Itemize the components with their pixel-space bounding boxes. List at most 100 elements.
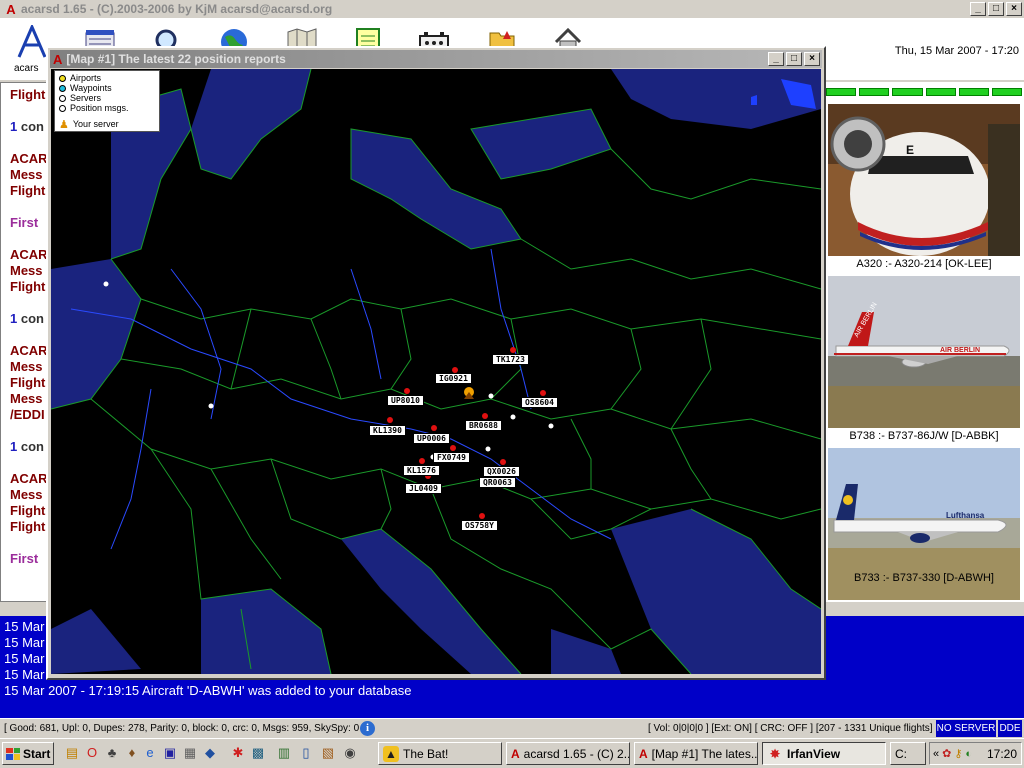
- flight-label[interactable]: BR0688: [465, 420, 502, 431]
- bat-icon: ▲: [383, 745, 399, 762]
- quicklaunch-gift-icon[interactable]: ▩: [250, 745, 266, 761]
- aircraft-caption-3: B733 :- B737-330 [D-ABWH]: [853, 572, 994, 584]
- acarsd-map-icon[interactable]: A: [53, 52, 62, 67]
- server-marker: [488, 393, 494, 399]
- count-text: con: [17, 439, 44, 454]
- message-line: ACAR: [10, 343, 48, 358]
- position-marker: [510, 347, 516, 353]
- close-button[interactable]: ×: [1006, 2, 1022, 16]
- quicklaunch-disk-icon[interactable]: ◉: [342, 745, 358, 761]
- system-tray: « ✿ ⚷ ◐ 17:20: [929, 742, 1022, 765]
- quicklaunch-tool-icon[interactable]: ♦: [124, 745, 140, 761]
- aircraft-caption-2: B738 :- B737-86J/W [D-ABBK]: [849, 430, 999, 442]
- task-irfanview[interactable]: ✸ IrfanView: [762, 742, 886, 765]
- map-title-bar[interactable]: A [Map #1] The latest 22 position report…: [50, 50, 822, 68]
- task-label: [Map #1] The lates...: [651, 746, 758, 761]
- toolbar-acars-label: acars: [14, 63, 39, 74]
- quicklaunch-shield-icon[interactable]: ◆: [202, 745, 218, 761]
- position-marker: [540, 390, 546, 396]
- quicklaunch-folder-icon[interactable]: ▤: [64, 745, 80, 761]
- flight-label[interactable]: FX0749: [433, 452, 470, 463]
- message-line: Mess: [10, 391, 43, 406]
- server-status-badge: NO SERVER: [936, 720, 996, 737]
- activity-leds: [826, 88, 1023, 96]
- quicklaunch-bat-icon[interactable]: ♣: [104, 745, 120, 761]
- irfanview-icon: ✸: [769, 746, 781, 761]
- quicklaunch-ie-icon[interactable]: e: [142, 745, 158, 761]
- message-line: Flight: [10, 519, 46, 534]
- start-button[interactable]: Start: [2, 742, 54, 765]
- task-drive[interactable]: C:: [890, 742, 926, 765]
- map-close-button[interactable]: ×: [804, 52, 820, 66]
- flight-label[interactable]: QR0063: [479, 477, 516, 488]
- log-line: 15 Mar: [4, 651, 45, 666]
- flight-label[interactable]: KL1576: [403, 465, 440, 476]
- position-marker: [500, 459, 506, 465]
- task-map-window[interactable]: A [Map #1] The lates...: [634, 742, 758, 765]
- legend-label: Servers: [70, 93, 102, 103]
- flight-label[interactable]: JL0409: [405, 483, 442, 494]
- quicklaunch-acarsd-icon[interactable]: ✱: [230, 745, 246, 761]
- quicklaunch-book-icon[interactable]: ▯: [298, 745, 314, 761]
- message-line: First: [10, 551, 39, 566]
- flight-label[interactable]: OS8604: [521, 397, 558, 408]
- server-marker: [548, 423, 554, 429]
- message-line: 1 con: [10, 311, 44, 326]
- count-text: con: [17, 119, 44, 134]
- tray-app-icon[interactable]: ✿: [942, 747, 951, 760]
- task-the-bat[interactable]: ▲ The Bat!: [378, 742, 502, 765]
- quicklaunch-doc-icon[interactable]: ▧: [320, 745, 336, 761]
- info-icon[interactable]: i: [360, 721, 375, 736]
- taskbar: Start ▤ O ♣ ♦ e ▣ ▦ ◆ ✱ ▩ ▥ ▯ ▧ ◉ ▲ The …: [0, 738, 1024, 768]
- legend-airports: Airports: [59, 73, 155, 83]
- log-line: 15 Mar: [4, 619, 45, 634]
- acarsd-icon: A: [639, 746, 648, 761]
- count-text: con: [17, 311, 44, 326]
- flight-label[interactable]: TK1723: [492, 354, 529, 365]
- start-label: Start: [23, 746, 51, 761]
- flight-label[interactable]: QX0026: [483, 466, 520, 477]
- tray-clock: 17:20: [986, 746, 1017, 761]
- flight-label[interactable]: OS758Y: [461, 520, 498, 531]
- flight-label[interactable]: KL1390: [369, 425, 406, 436]
- aircraft-photo-1[interactable]: E: [828, 104, 1020, 256]
- message-line: ACAR: [10, 247, 48, 262]
- message-line: First: [10, 215, 39, 230]
- quicklaunch-drive-icon[interactable]: ▦: [182, 745, 198, 761]
- tray-shield-icon[interactable]: ◐: [965, 748, 972, 760]
- acarsd-app-icon[interactable]: A: [3, 1, 19, 17]
- status-flags: [ Vol: 0|0|0|0 ] [Ext: ON] [ CRC: OFF ] …: [648, 723, 933, 734]
- quicklaunch-opera-icon[interactable]: O: [84, 745, 100, 761]
- message-line: Flight: [10, 279, 46, 294]
- task-acarsd-main[interactable]: A acarsd 1.65 - (C) 2...: [506, 742, 630, 765]
- log-line: 15 Mar: [4, 635, 45, 650]
- flight-label[interactable]: IG0921: [435, 373, 472, 384]
- legend-label: Airports: [70, 73, 102, 83]
- windows-logo-icon: [6, 747, 20, 760]
- main-title-bar: A acarsd 1.65 - (C).2003-2006 by KjM aca…: [0, 0, 1024, 18]
- tray-expand-icon[interactable]: «: [933, 748, 939, 760]
- flight-label[interactable]: UP8010: [387, 395, 424, 406]
- acarsd-logo-icon[interactable]: [14, 25, 50, 59]
- flight-label[interactable]: UP0006: [413, 433, 450, 444]
- legend-servers: Servers: [59, 93, 155, 103]
- svg-text:Lufthansa: Lufthansa: [946, 511, 985, 520]
- task-label: C:: [895, 746, 907, 761]
- datetime-display: Thu, 15 Mar 2007 - 17:20: [894, 45, 1019, 57]
- aircraft-caption-1: A320 :- A320-214 [OK-LEE]: [856, 258, 992, 270]
- europe-map[interactable]: Airports Waypoints Servers Position msgs…: [51, 69, 821, 674]
- map-minimize-button[interactable]: _: [768, 52, 784, 66]
- map-maximize-button[interactable]: □: [786, 52, 802, 66]
- map-window[interactable]: A [Map #1] The latest 22 position report…: [46, 46, 826, 680]
- minimize-button[interactable]: _: [970, 2, 986, 16]
- aircraft-photo-2[interactable]: AIR BERLIN AIR BERLIN: [828, 276, 1020, 428]
- task-label: acarsd 1.65 - (C) 2...: [523, 746, 630, 761]
- quicklaunch-floppy-icon[interactable]: ▣: [162, 745, 178, 761]
- tray-key-icon[interactable]: ⚷: [954, 747, 962, 760]
- dde-status-badge: DDE: [998, 720, 1022, 737]
- map-legend: Airports Waypoints Servers Position msgs…: [54, 70, 160, 132]
- message-line: Flight: [10, 503, 46, 518]
- maximize-button[interactable]: □: [988, 2, 1004, 16]
- quicklaunch-folder2-icon[interactable]: ▥: [276, 745, 292, 761]
- map-window-title: [Map #1] The latest 22 position reports: [66, 52, 286, 66]
